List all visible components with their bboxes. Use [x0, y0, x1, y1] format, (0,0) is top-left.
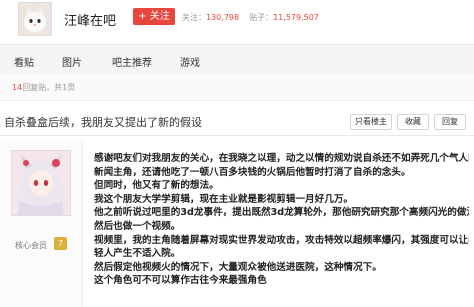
only-op-button[interactable]: 只看楼主 [350, 114, 392, 130]
forum-stats: 关注：130,798 贴子：11,579,507 [182, 12, 329, 23]
tab-posts[interactable]: 看贴 [14, 54, 34, 69]
post-line: 新闻主角，还请他吃了一顿八百多块钱的火锅后他暂时打消了自杀的念头。 [94, 166, 411, 178]
post-line: 然后假定他视频火的情况下，大量观众被他送进医院，这种情况下。 [94, 261, 382, 273]
post-count-label: 贴子： [249, 13, 274, 22]
cat-avatar-icon [19, 3, 51, 35]
post-line: 这个角色可不可以算作古往今来最强角色 [94, 275, 267, 287]
tab-recommended[interactable]: 吧主推荐 [112, 54, 152, 69]
member-level-badge: 7 [54, 237, 67, 250]
reply-info: 14回复贴，共1页 [12, 82, 75, 93]
reply-count: 14 [12, 83, 23, 92]
follow-count-label: 关注： [182, 13, 206, 22]
forum-nav: 看贴 图片 吧主推荐 游戏 [0, 44, 474, 75]
follow-count: 130,798 [206, 13, 240, 22]
post-count: 11,579,507 [273, 13, 319, 22]
post-content: 感谢吧友们对我朋友的关心，在我晓之以理，动之以情的规劝说自杀还不如弄死几个气人的… [94, 152, 469, 288]
tab-games[interactable]: 游戏 [180, 54, 200, 69]
favorite-button[interactable]: 收藏 [397, 114, 429, 130]
forum-name[interactable]: 汪峰在吧 [64, 10, 116, 29]
post-line: 他之前听说过吧里的3d龙事件，提出既然3d龙算轮外，那他研究研究那个高频闪光的做… [94, 207, 469, 219]
tab-images[interactable]: 图片 [62, 54, 82, 69]
member-label: 核心会员 [15, 241, 47, 250]
thread-header: 自杀叠盒后续，我朋友又提出了新的假设 只看楼主 收藏 回复 [0, 105, 474, 136]
reply-button[interactable]: 回复 [434, 114, 466, 130]
post-line: 视频里，我的主角随着屏幕对现实世界发动攻击，攻击特效以超频率爆闪，其强度可以让年 [94, 234, 469, 246]
post-line: 但同时，他又有了新的想法。 [94, 180, 219, 192]
anime-avatar-icon [12, 151, 70, 215]
author-column: 楼主 核心会员 7 [0, 140, 83, 307]
post-line: 然后也做一个视频。 [94, 220, 181, 232]
post-line: 我这个朋友大学学剪辑，现在主业就是影视剪辑一月好几万。 [94, 193, 354, 205]
thread-title: 自杀叠盒后续，我朋友又提出了新的假设 [4, 116, 202, 129]
post: 楼主 核心会员 7 感谢吧友们对我朋友的关心，在我晓之以理，动之以情的规劝说自杀… [0, 140, 474, 307]
reply-info-bar: 14回复贴，共1页 [0, 74, 474, 101]
forum-avatar[interactable] [18, 2, 52, 36]
forum-header: 汪峰在吧 + 关注 关注：130,798 贴子：11,579,507 [0, 0, 474, 38]
post-line: 感谢吧友们对我朋友的关心，在我晓之以理，动之以情的规劝说自杀还不如弄死几个气人的 [94, 153, 469, 164]
follow-button[interactable]: + 关注 [133, 8, 175, 25]
reply-info-text: 回复贴，共1页 [22, 83, 76, 92]
user-avatar[interactable]: 楼主 [11, 150, 71, 216]
post-line: 轻人产生不适入院。 [94, 248, 181, 260]
